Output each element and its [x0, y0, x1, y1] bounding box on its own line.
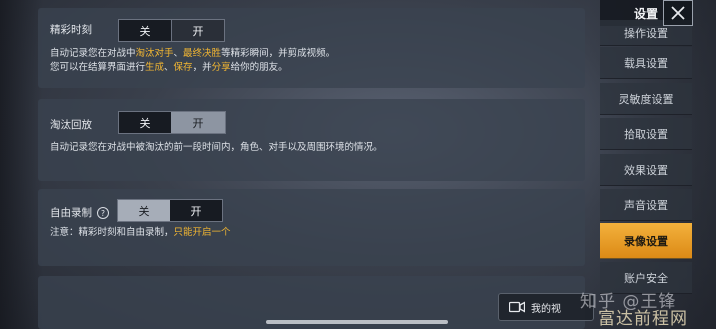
- tab-recording[interactable]: 录像设置: [600, 223, 692, 259]
- highlights-on-option[interactable]: 开: [171, 20, 224, 41]
- tab-pickup[interactable]: 拾取设置: [600, 118, 692, 150]
- watermark-site: 富达前程网: [598, 309, 688, 329]
- home-indicator: [266, 320, 448, 324]
- highlights-toggle[interactable]: 关 开: [118, 19, 225, 42]
- help-icon[interactable]: ?: [97, 207, 109, 219]
- elimination-replay-off-option[interactable]: 关: [119, 112, 171, 133]
- elimination-replay-label: 淘汰回放: [50, 119, 92, 131]
- free-recording-note: 注意：精彩时刻和自由录制，只能开启一个: [50, 227, 231, 238]
- elimination-replay-toggle[interactable]: 关 开: [118, 111, 226, 134]
- highlights-panel: 精彩时刻 关 开 自动记录您在对战中淘汰对手、最终决胜等精彩瞬间，并剪成视频。 …: [38, 8, 585, 88]
- tab-effects[interactable]: 效果设置: [600, 154, 692, 186]
- free-recording-on-option[interactable]: 开: [170, 200, 222, 221]
- highlights-desc-line1: 自动记录您在对战中淘汰对手、最终决胜等精彩瞬间，并剪成视频。: [50, 48, 336, 59]
- elimination-replay-panel: 淘汰回放 关 开 自动记录您在对战中被淘汰的前一段时间内，角色、对手以及周围环境…: [38, 99, 585, 181]
- free-recording-panel: 自由录制? 关 开 注意：精彩时刻和自由录制，只能开启一个: [38, 189, 585, 266]
- free-recording-label: 自由录制: [50, 207, 92, 219]
- tab-vehicle[interactable]: 载具设置: [600, 47, 692, 79]
- highlights-label: 精彩时刻: [50, 24, 92, 36]
- video-camera-icon: [509, 301, 525, 313]
- close-icon: [671, 6, 685, 20]
- my-videos-label: 我的视: [531, 303, 561, 315]
- elimination-replay-on-option[interactable]: 开: [171, 112, 225, 133]
- tab-sensitivity[interactable]: 灵敏度设置: [600, 83, 692, 115]
- highlights-desc-line2: 您可以在结算界面进行生成、保存，并分享给你的朋友。: [50, 62, 288, 73]
- free-recording-off-option[interactable]: 关: [118, 200, 170, 221]
- highlights-off-option[interactable]: 关: [119, 20, 171, 41]
- tab-sound[interactable]: 声音设置: [600, 189, 692, 221]
- free-recording-toggle[interactable]: 关 开: [117, 199, 223, 222]
- elimination-replay-desc: 自动记录您在对战中被淘汰的前一段时间内，角色、对手以及周围环境的情况。: [50, 142, 383, 153]
- settings-sidebar: 设置 操作设置 载具设置 灵敏度设置 拾取设置 效果设置 声音设置 录像设置 账…: [600, 0, 692, 329]
- close-button[interactable]: [663, 0, 693, 26]
- free-recording-label-row: 自由录制?: [50, 205, 109, 220]
